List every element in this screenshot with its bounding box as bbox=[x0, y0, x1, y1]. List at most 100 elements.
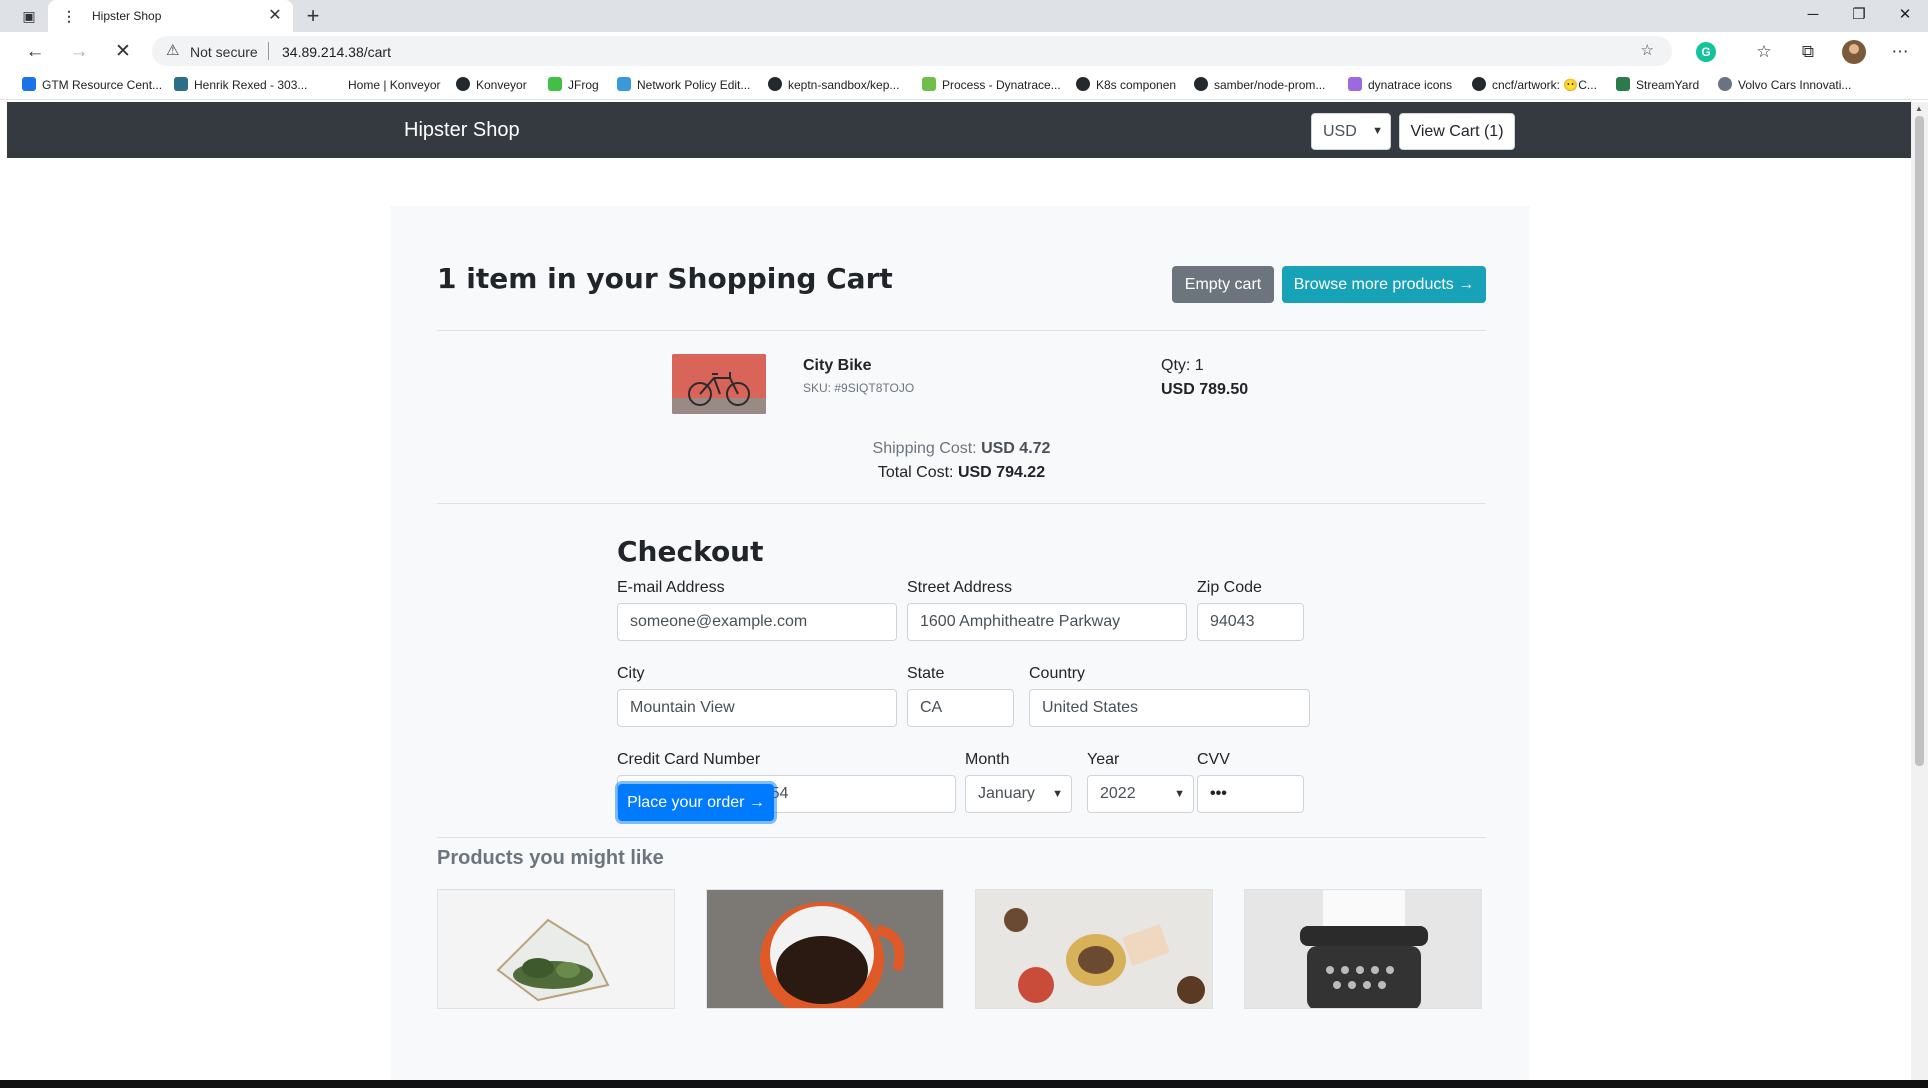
url-field[interactable]: ⚠ Not secure 34.89.214.38/cart ☆ bbox=[152, 36, 1672, 66]
bookmark-item[interactable]: keptn-sandbox/kep... bbox=[768, 75, 899, 95]
bookmark-item[interactable]: Network Policy Edit... bbox=[617, 75, 750, 95]
country-label: Country bbox=[1029, 665, 1086, 682]
scroll-up-icon[interactable]: ▲ bbox=[1915, 104, 1923, 113]
bookmark-item[interactable]: JFrog bbox=[548, 75, 599, 95]
warning-icon: ⚠ bbox=[166, 42, 180, 59]
currency-select[interactable]: USD ▼ bbox=[1311, 113, 1391, 150]
bookmark-item[interactable]: Process - Dynatrace... bbox=[922, 75, 1061, 95]
browser-tab[interactable]: ⋮ Hipster Shop ✕ bbox=[48, 0, 293, 32]
zip-field[interactable]: 94043 bbox=[1197, 603, 1304, 641]
cvv-field[interactable]: ••• bbox=[1197, 775, 1304, 813]
total-value: USD 794.22 bbox=[957, 464, 1046, 481]
grammarly-icon[interactable]: G bbox=[1696, 42, 1716, 62]
github-icon bbox=[456, 77, 470, 91]
add-favorite-icon[interactable]: ☆ bbox=[1641, 42, 1654, 60]
volvo-icon bbox=[1718, 77, 1732, 91]
cart-panel: 1 item in your Shopping Cart Empty cart … bbox=[390, 206, 1530, 1082]
github-icon bbox=[1194, 77, 1208, 91]
profile-avatar[interactable] bbox=[1842, 40, 1866, 64]
page-scrollbar[interactable]: ▲ bbox=[1911, 102, 1928, 1082]
view-cart-button[interactable]: View Cart (1) bbox=[1399, 113, 1515, 150]
stop-loading-icon[interactable]: ✕ bbox=[110, 40, 136, 64]
bookmark-item[interactable]: K8s componen bbox=[1076, 75, 1176, 95]
window-close-icon[interactable]: ✕ bbox=[1882, 0, 1928, 32]
state-label: State bbox=[907, 665, 945, 682]
back-icon[interactable]: ← bbox=[22, 40, 48, 64]
bookmark-item[interactable]: samber/node-prom... bbox=[1194, 75, 1325, 95]
url-text[interactable]: 34.89.214.38/cart bbox=[282, 44, 391, 60]
checkout-heading: Checkout bbox=[617, 535, 764, 568]
dynatrace-icon bbox=[1348, 77, 1362, 91]
brand-link[interactable]: Hipster Shop bbox=[404, 119, 520, 141]
taskbar-edge bbox=[0, 1080, 1928, 1088]
address-bar-row: ← → ✕ ⚠ Not secure 34.89.214.38/cart ☆ G… bbox=[0, 32, 1928, 70]
chevron-down-icon: ▼ bbox=[1174, 788, 1185, 800]
security-label[interactable]: Not secure bbox=[190, 44, 258, 60]
product-image[interactable] bbox=[672, 354, 766, 414]
tab-strip: ▣ ⋮ Hipster Shop ✕ + ─ ❐ ✕ bbox=[0, 0, 1928, 32]
card-label: Credit Card Number bbox=[617, 751, 761, 768]
recommendations-heading: Products you might like bbox=[437, 847, 664, 869]
mug-image bbox=[707, 890, 943, 1008]
zip-label: Zip Code bbox=[1197, 579, 1262, 596]
product-name[interactable]: City Bike bbox=[803, 356, 871, 376]
url-separator bbox=[268, 42, 269, 60]
chevron-down-icon: ▼ bbox=[1052, 788, 1063, 800]
empty-cart-button[interactable]: Empty cart bbox=[1172, 266, 1274, 303]
bookmark-item[interactable]: Henrik Rexed - 303... bbox=[174, 75, 307, 95]
place-order-button[interactable]: Place your order → bbox=[618, 784, 774, 821]
bookmark-item[interactable]: Home | Konveyor bbox=[328, 75, 441, 95]
tab-loading-icon: ⋮ bbox=[62, 8, 76, 24]
product-qty: Qty: 1 bbox=[1161, 357, 1204, 374]
currency-value: USD bbox=[1323, 123, 1357, 140]
recommendation-card-coffee[interactable] bbox=[975, 889, 1213, 1009]
street-field[interactable]: 1600 Amphitheatre Parkway bbox=[907, 603, 1187, 641]
dynatrace-icon bbox=[922, 77, 936, 91]
recommendation-card-mug[interactable] bbox=[706, 889, 944, 1009]
github-icon bbox=[1076, 77, 1090, 91]
city-field[interactable]: Mountain View bbox=[617, 689, 897, 727]
collections-icon[interactable]: ⧉ bbox=[1796, 40, 1820, 64]
recommendation-card-terrarium[interactable] bbox=[437, 889, 675, 1009]
email-field[interactable]: someone@example.com bbox=[617, 603, 897, 641]
tab-actions-icon[interactable]: ▣ bbox=[20, 7, 38, 25]
cvv-label: CVV bbox=[1197, 751, 1230, 768]
page-viewport: Hipster Shop USD ▼ View Cart (1) 1 item … bbox=[7, 102, 1911, 1082]
bookmark-item[interactable]: Volvo Cars Innovati... bbox=[1718, 75, 1851, 95]
browse-products-button[interactable]: Browse more products → bbox=[1282, 266, 1486, 303]
street-label: Street Address bbox=[907, 579, 1012, 596]
tab-close-icon[interactable]: ✕ bbox=[265, 6, 285, 26]
github-icon bbox=[768, 77, 782, 91]
total-cost: Total Cost: USD 794.22 bbox=[437, 463, 1486, 483]
bookmark-item[interactable]: Konveyor bbox=[456, 75, 527, 95]
year-label: Year bbox=[1087, 751, 1120, 768]
country-field[interactable]: United States bbox=[1029, 689, 1310, 727]
chevron-down-icon: ▼ bbox=[1372, 125, 1383, 137]
state-field[interactable]: CA bbox=[907, 689, 1014, 727]
new-tab-icon[interactable]: + bbox=[300, 4, 326, 30]
recommendation-card-typewriter[interactable] bbox=[1244, 889, 1482, 1009]
total-label: Total Cost: bbox=[877, 464, 954, 481]
product-sku: SKU: #9SIQT8TOJO bbox=[803, 381, 915, 395]
forward-icon[interactable]: → bbox=[66, 40, 92, 64]
scrollbar-thumb[interactable] bbox=[1915, 116, 1924, 766]
month-select[interactable]: January ▼ bbox=[965, 775, 1072, 813]
divider bbox=[437, 503, 1486, 504]
bookmark-item[interactable]: cncf/artwork: 😶C... bbox=[1472, 75, 1597, 95]
bookmark-item[interactable]: dynatrace icons bbox=[1348, 75, 1452, 95]
cilium-icon bbox=[617, 77, 631, 91]
jfrog-icon bbox=[548, 77, 562, 91]
year-value: 2022 bbox=[1100, 785, 1136, 802]
product-price: USD 789.50 bbox=[1161, 381, 1249, 398]
bookmark-item[interactable]: StreamYard bbox=[1616, 75, 1699, 95]
page-title: 1 item in your Shopping Cart bbox=[437, 262, 893, 295]
restore-icon[interactable]: ❐ bbox=[1836, 0, 1882, 32]
more-menu-icon[interactable]: ⋯ bbox=[1888, 40, 1912, 64]
streamyard-icon bbox=[1616, 77, 1630, 91]
favorites-icon[interactable]: ☆ bbox=[1752, 40, 1776, 64]
year-select[interactable]: 2022 ▼ bbox=[1087, 775, 1194, 813]
bookmark-item[interactable]: GTM Resource Cent... bbox=[22, 75, 162, 95]
minimize-icon[interactable]: ─ bbox=[1790, 0, 1836, 32]
bookmark-icon bbox=[22, 77, 36, 91]
tab-title: Hipster Shop bbox=[92, 9, 162, 23]
